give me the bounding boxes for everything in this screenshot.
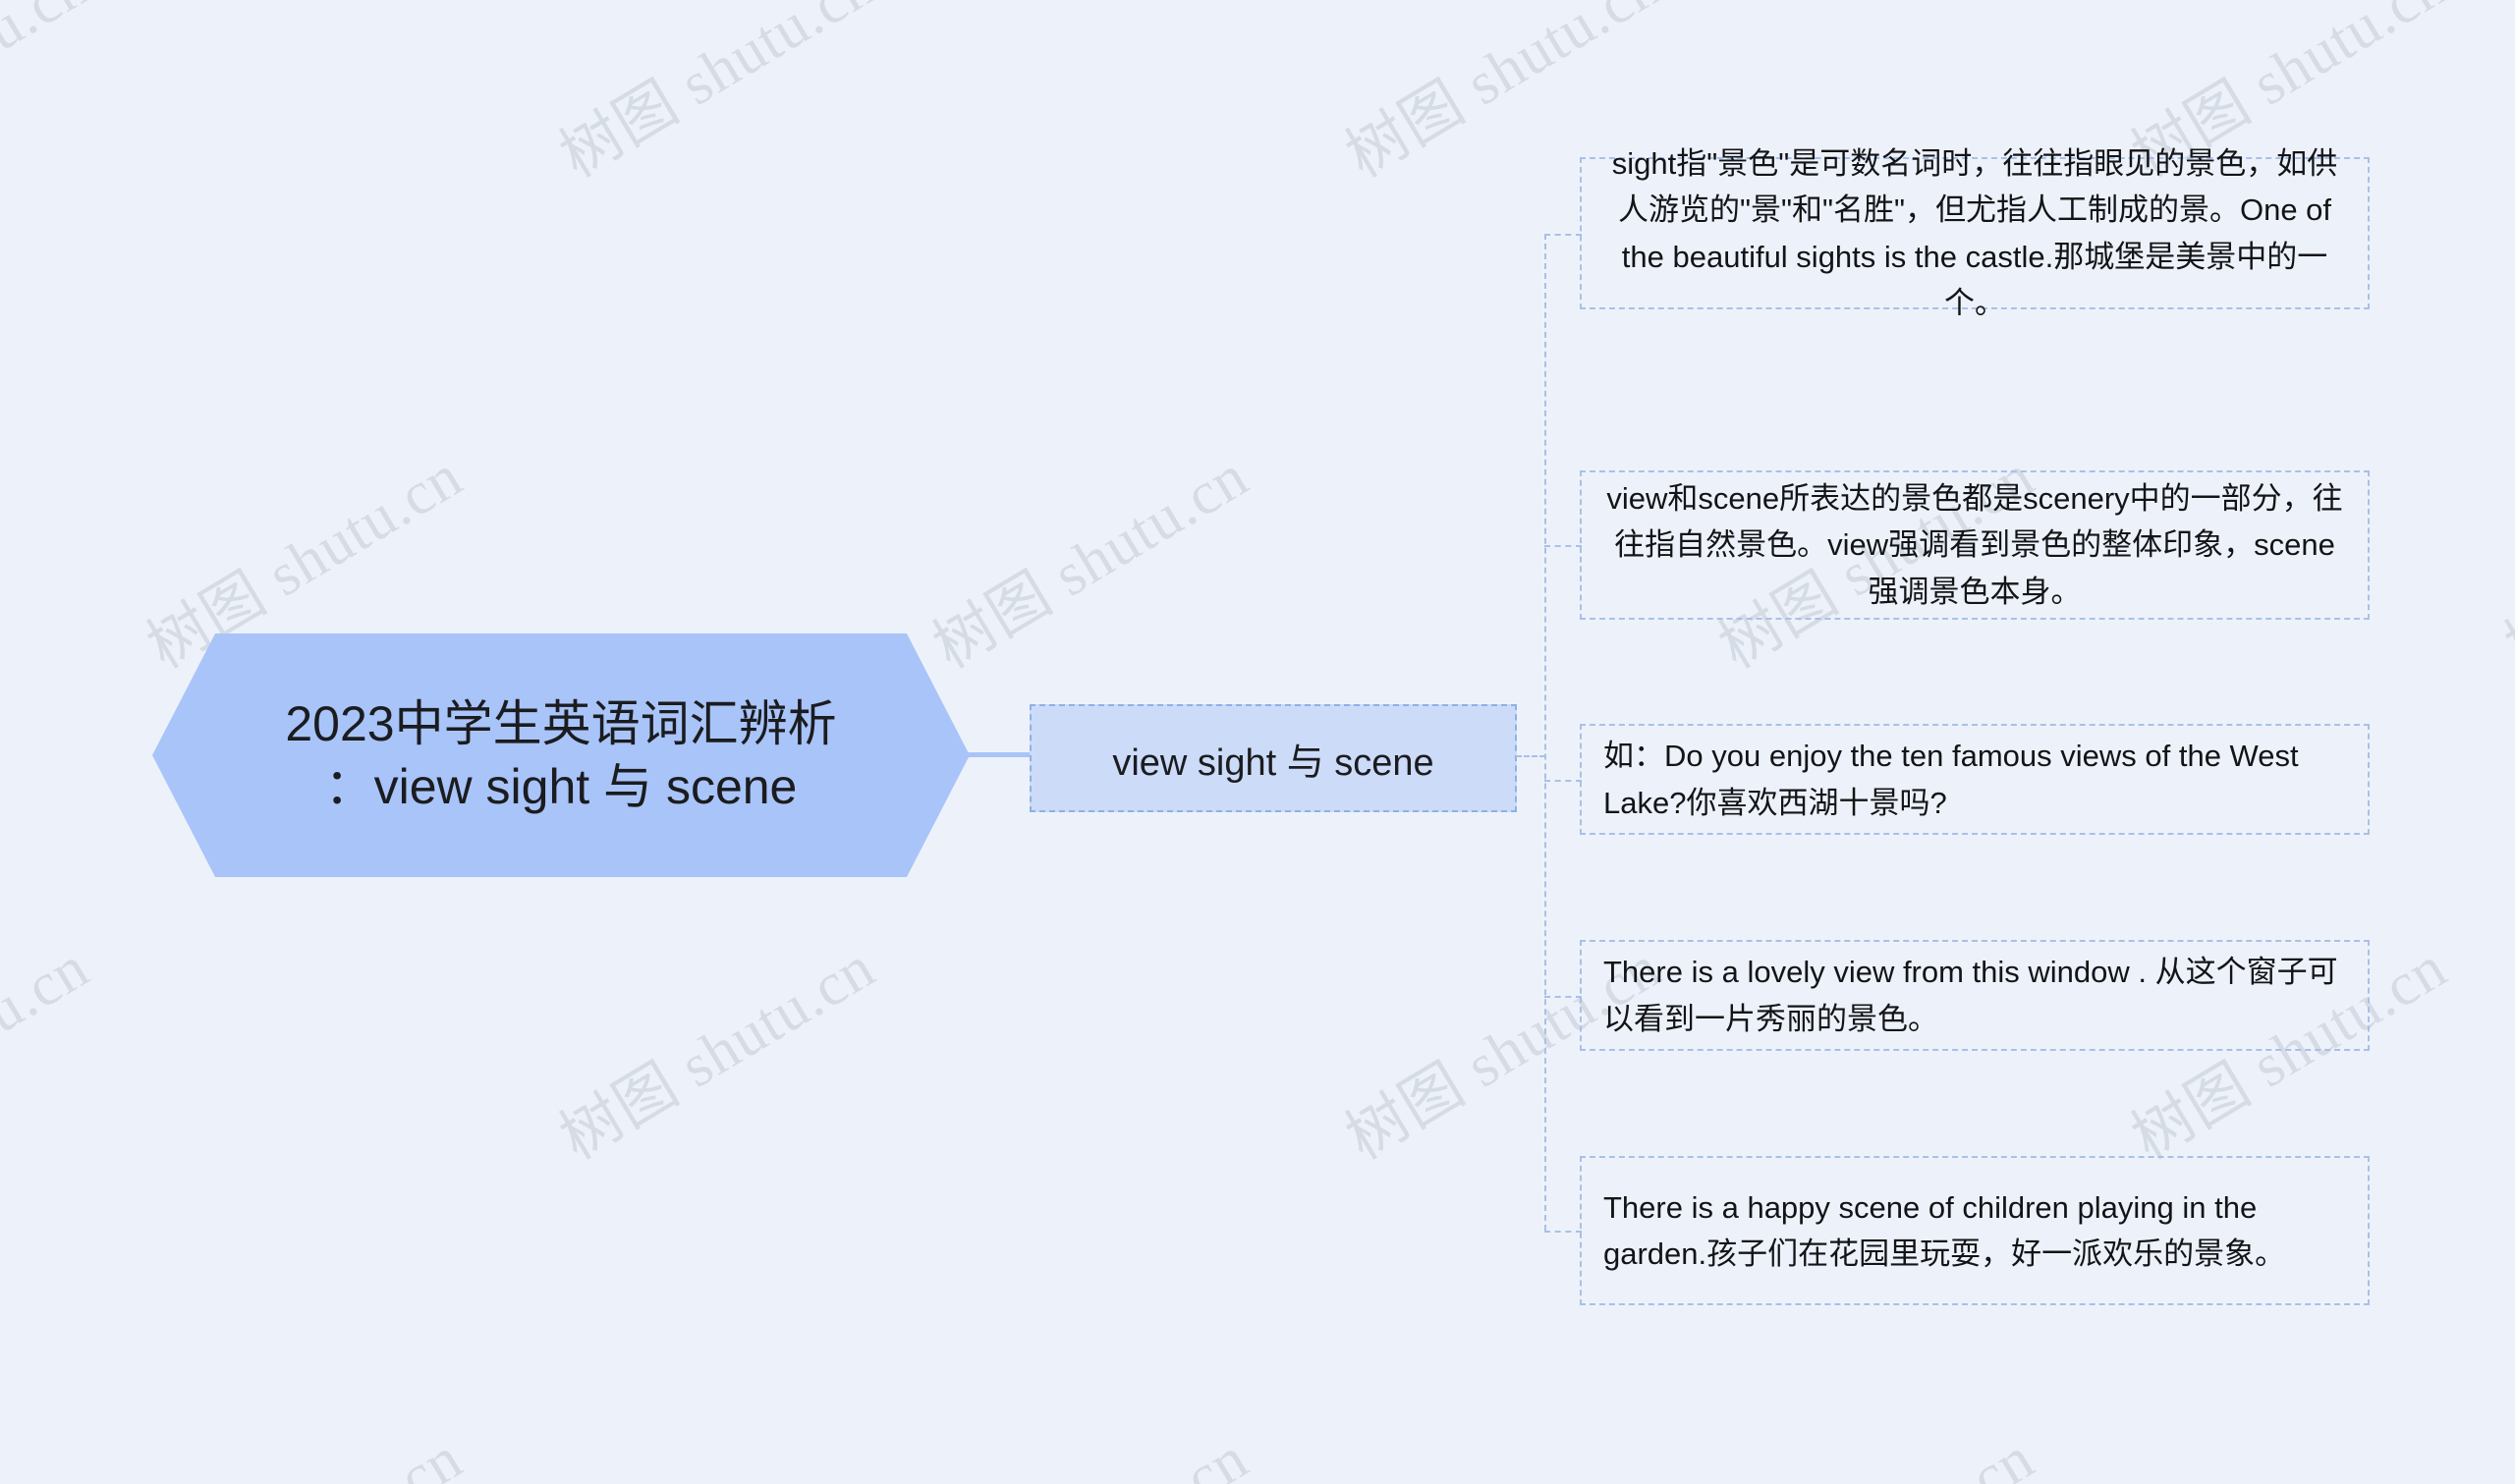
leaf-west-lake-example[interactable]: 如：Do you enjoy the ten famous views of t…	[1580, 724, 2370, 835]
leaf-view-scene-comparison[interactable]: view和scene所表达的景色都是scenery中的一部分，往往指自然景色。v…	[1580, 470, 2370, 620]
root-to-branch-connector	[966, 752, 1033, 757]
leaf-view-scene-comparison-text: view和scene所表达的景色都是scenery中的一部分，往往指自然景色。v…	[1606, 481, 2343, 609]
spine-to-leaf-west-lake-example-connector	[1544, 779, 1582, 782]
root-node-title-line-2: ：view sight 与 scene	[324, 759, 798, 814]
leaf-garden-scene-example[interactable]: There is a happy scene of children playi…	[1580, 1156, 2370, 1305]
branch-node-label: view sight 与 scene	[1112, 742, 1434, 784]
leaf-spine-connector	[1544, 233, 1546, 1231]
leaf-sight-definition-text: sight指"景色"是可数名词时，往往指眼见的景色，如供人游览的"景"和"名胜"…	[1611, 146, 2338, 320]
leaf-window-view-example[interactable]: There is a lovely view from this window …	[1580, 940, 2370, 1051]
branch-to-spine-connector	[1516, 755, 1545, 757]
leaf-west-lake-example-text: 如：Do you enjoy the ten famous views of t…	[1603, 739, 2299, 820]
spine-to-leaf-window-view-example-connector	[1544, 995, 1582, 998]
root-node-title-line-1: 2023中学生英语词汇辨析	[285, 696, 837, 751]
leaf-sight-definition[interactable]: sight指"景色"是可数名词时，往往指眼见的景色，如供人游览的"景"和"名胜"…	[1580, 146, 2370, 320]
spine-to-leaf-view-scene-comparison-connector	[1544, 545, 1582, 547]
root-node[interactable]: 2023中学生英语词汇辨析 ：view sight 与 scene	[152, 633, 970, 877]
leaf-garden-scene-example-text: There is a happy scene of children playi…	[1603, 1189, 2286, 1271]
leaf-window-view-example-text: There is a lovely view from this window …	[1603, 955, 2338, 1036]
mindmap-canvas: 2023中学生英语词汇辨析 ：view sight 与 scene view s…	[0, 0, 2515, 1484]
branch-node-view-sight-scene[interactable]: view sight 与 scene	[1030, 704, 1517, 812]
spine-to-leaf-sight-definition-connector	[1544, 233, 1582, 236]
spine-to-leaf-garden-scene-example-connector	[1544, 1231, 1582, 1233]
